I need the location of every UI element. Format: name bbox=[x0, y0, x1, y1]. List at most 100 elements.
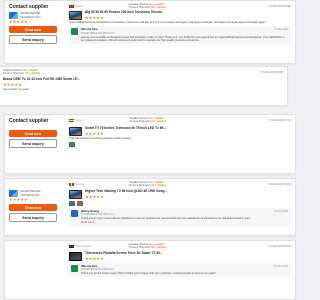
contact-supplier-panel: SHARPSENSE TECHNOLOG... ★★★★★ Chat now S… bbox=[5, 179, 61, 235]
review-stars: ★★★★★ bbox=[3, 81, 22, 87]
review-meta: Senegal Supplier Service Very satisfied … bbox=[69, 181, 291, 188]
service-ratings: Supplier Service Very satisfied On-time … bbox=[129, 181, 167, 188]
replier-company: SHARPSENSE TECHNOLOGY bbox=[81, 268, 115, 272]
review-card: Supplier Service Very satisfied On-time … bbox=[0, 66, 288, 106]
service-ratings: Supplier Service Very satisfied On-time … bbox=[129, 117, 167, 124]
send-inquiry-button[interactable]: Send inquiry bbox=[9, 139, 57, 148]
review-text: I like the product in working perfectly … bbox=[69, 137, 132, 140]
reviewer-country: Congo bbox=[75, 119, 83, 122]
reviewed-product[interactable]: Smart TV 75 Inches Television 4k 75 Inch… bbox=[69, 126, 291, 136]
review-text: Hey product, so good bbox=[3, 87, 29, 91]
review-date: 16-Nov-2023 18:03 bbox=[268, 182, 291, 186]
supplier-logo bbox=[9, 190, 18, 197]
review-card: Contact supplier Chat now Send inquiry C… bbox=[4, 114, 296, 174]
product-thumbnail[interactable] bbox=[69, 252, 82, 261]
reply-text: Seeing your incredibly enthusiastic revi… bbox=[81, 35, 285, 42]
review-meta: Congo Supplier Service Very satisfied On… bbox=[69, 117, 291, 124]
supplier-rating-stars: ★★★★★ bbox=[9, 197, 28, 202]
on-time-label: On-time Shipment bbox=[129, 5, 150, 9]
service-ratings: Supplier Service Very satisfied On-time … bbox=[3, 69, 41, 76]
review-text: super selfhighlyrecommendedsuper experie… bbox=[69, 21, 267, 24]
reviewed-product[interactable]: Brand OEM TV, 32 43 Inch Full HD 1080 Sm… bbox=[3, 77, 283, 87]
review-card: Contact supplier SHARPSENSE TECHNOLOGY ★… bbox=[4, 0, 296, 64]
review-body: Congo Supplier Service Very satisfied On… bbox=[65, 115, 295, 173]
supplier-info: SHARPSENSE TECHNOLOGY bbox=[9, 11, 57, 19]
reply-date: 07-Mar-2024 bbox=[274, 28, 288, 32]
review-body: Supplier Service Very satisfied On-time … bbox=[0, 67, 287, 105]
on-time-value: Very satisfied bbox=[150, 119, 167, 123]
review-stars: ★★★★★ bbox=[85, 130, 104, 136]
supplier-name[interactable]: SHARPSENSE TECHNOLOGY bbox=[20, 11, 57, 19]
supplier-logo bbox=[9, 12, 18, 19]
chat-now-button[interactable]: Chat now bbox=[9, 204, 57, 212]
review-body: Senegal Supplier Service Very satisfied … bbox=[65, 179, 295, 235]
on-time-value: Very satisfied bbox=[24, 71, 41, 75]
replier-avatar bbox=[71, 265, 78, 272]
review-meta: United Kingdom Supplier Service Very sat… bbox=[69, 243, 291, 250]
review-stars: ★★★★★ bbox=[85, 193, 104, 199]
contact-supplier-panel: Contact supplier Chat now Send inquiry bbox=[5, 115, 61, 173]
review-stars: ★★★★★ bbox=[85, 255, 104, 261]
congo-flag-icon bbox=[69, 119, 74, 122]
read-more-link[interactable]: Read more bbox=[81, 221, 288, 224]
review-photos bbox=[69, 201, 291, 206]
supplier-reply: Winona Hou SHARPSENSE TECHNOLOGY 07-Nov-… bbox=[69, 263, 291, 278]
reviewer-country: United Kingdom bbox=[75, 245, 93, 248]
supplier-name[interactable]: SHARPSENSE TECHNOLOG... bbox=[20, 189, 57, 197]
product-thumbnail[interactable] bbox=[69, 11, 82, 20]
replier-company: SHARPSENSE TECHNOLOGY bbox=[81, 31, 115, 35]
review-card: SHARPSENSE TECHNOLOG... ★★★★★ Chat now S… bbox=[4, 178, 296, 236]
review-date: 07-Mar-2024 00:00 bbox=[260, 70, 283, 74]
review-photo[interactable] bbox=[76, 201, 83, 206]
on-time-label: On-time Shipment bbox=[3, 71, 24, 75]
replier-company: SHARPSENSE TECHNOLOGY bbox=[81, 213, 115, 217]
service-ratings: Supplier Service Very satisfied On-time … bbox=[129, 243, 167, 250]
review-meta: Morocco Supplier Service Very satisfied … bbox=[69, 3, 291, 10]
product-thumbnail[interactable] bbox=[69, 127, 82, 136]
supplier-reviews-screen: Contact supplier SHARPSENSE TECHNOLOGY ★… bbox=[0, 0, 300, 300]
senegal-flag-icon bbox=[69, 183, 74, 186]
morocco-flag-icon bbox=[69, 5, 74, 8]
review-date: 07-Nov-2023 09:23 bbox=[268, 244, 291, 248]
review-card: United Kingdom Supplier Service Very sat… bbox=[4, 240, 296, 300]
contact-supplier-panel: Contact supplier SHARPSENSE TECHNOLOGY ★… bbox=[5, 1, 61, 63]
send-inquiry-button[interactable]: Send inquiry bbox=[9, 35, 57, 44]
chat-now-button[interactable]: Chat now bbox=[9, 26, 57, 34]
supplier-reply: Nancy Huang SHARPSENSE TECHNOLOGY 16-Nov… bbox=[69, 208, 291, 226]
reviewed-product[interactable]: Televisores Pantalla Screen Price 4K Sma… bbox=[69, 251, 291, 261]
review-stars: ★★★★★ bbox=[85, 14, 104, 20]
on-time-label: On-time Shipment bbox=[129, 183, 150, 187]
uk-flag-icon bbox=[69, 245, 74, 248]
review-date: 07-Mar-2024 00:00 bbox=[268, 4, 291, 8]
replier-avatar bbox=[71, 28, 78, 36]
review-photo[interactable] bbox=[69, 142, 75, 148]
contact-supplier-title: Contact supplier bbox=[9, 4, 49, 10]
on-time-value: Very satisfied bbox=[150, 245, 167, 249]
review-body: United Kingdom Supplier Service Very sat… bbox=[65, 241, 295, 299]
supplier-info: SHARPSENSE TECHNOLOG... bbox=[9, 189, 57, 197]
review-photo[interactable] bbox=[69, 201, 75, 206]
supplier-reply: Winona Hou SHARPSENSE TECHNOLOGY 07-Mar-… bbox=[69, 26, 291, 44]
reply-text: Thank you for the 5-star review! We're t… bbox=[81, 272, 216, 276]
product-thumbnail[interactable] bbox=[69, 190, 82, 199]
on-time-value: Very satisfied bbox=[150, 183, 167, 187]
reply-date: 07-Nov-2023 bbox=[274, 265, 288, 268]
review-photos bbox=[69, 142, 291, 148]
replier-avatar bbox=[71, 210, 78, 217]
review-body: Morocco Supplier Service Very satisfied … bbox=[65, 1, 295, 63]
supplier-rating-stars: ★★★★★ bbox=[9, 19, 28, 24]
reviewer-country: Senegal bbox=[75, 183, 84, 186]
on-time-label: On-time Shipment bbox=[129, 245, 150, 249]
reply-date: 16-Nov-2023 bbox=[274, 210, 288, 213]
send-inquiry-button[interactable]: Send inquiry bbox=[9, 213, 57, 222]
reviewed-product[interactable]: Higher Tech Gaming TV 98 Inch QLED 4K UH… bbox=[69, 189, 291, 199]
review-meta: Supplier Service Very satisfied On-time … bbox=[3, 69, 283, 76]
contact-supplier-title: Contact supplier bbox=[9, 118, 49, 124]
review-date: 27-Nov-2023 01:13 bbox=[268, 118, 291, 122]
on-time-value: Very satisfied bbox=[150, 5, 167, 9]
reviewer-country: Morocco bbox=[75, 5, 85, 8]
service-ratings: Supplier Service Very satisfied On-time … bbox=[129, 3, 167, 10]
chat-now-button[interactable]: Chat now bbox=[9, 130, 57, 138]
reviewed-product[interactable]: Big 50 55 60 65 Pouces 100 Inch Televisi… bbox=[69, 10, 291, 20]
on-time-label: On-time Shipment bbox=[129, 119, 150, 123]
